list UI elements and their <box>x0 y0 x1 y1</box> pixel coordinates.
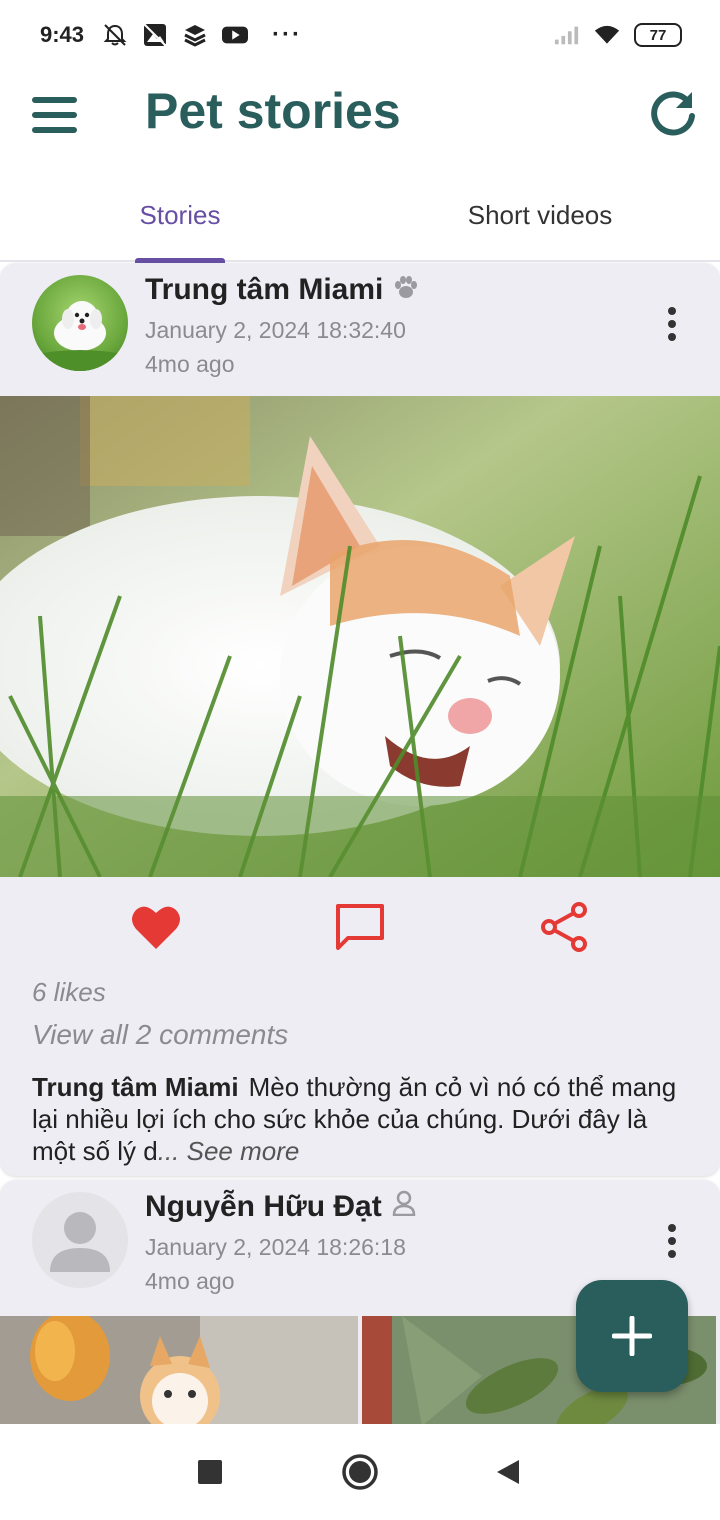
battery-level: 77 <box>649 26 667 44</box>
back-icon[interactable] <box>484 1448 532 1496</box>
post-header: Trung tâm Miami January 2, 2024 18:32:40… <box>0 263 720 396</box>
avatar[interactable] <box>32 1192 128 1288</box>
like-button[interactable] <box>128 899 184 955</box>
signal-icon <box>554 22 580 48</box>
status-overflow: ··· <box>272 21 303 48</box>
post-author-name: Nguyễn Hữu Đạt <box>145 1190 382 1223</box>
person-icon <box>392 1190 416 1224</box>
tab-short-videos-label: Short videos <box>467 199 613 230</box>
menu-icon[interactable] <box>32 90 82 140</box>
stack-icon <box>182 22 208 48</box>
see-more-link[interactable]: ... See more <box>158 1136 300 1166</box>
post-caption: Trung tâm Miami Mèo thường ăn cỏ vì nó có… <box>32 1071 692 1167</box>
plus-icon <box>612 1316 652 1356</box>
photo-icon <box>142 22 168 48</box>
alarm-off-icon <box>102 22 128 48</box>
post-author-name: Trung tâm Miami <box>145 273 384 306</box>
post-date: January 2, 2024 18:26:18 <box>145 1234 406 1260</box>
app-bar: Pet stories <box>0 70 720 160</box>
more-options-icon[interactable] <box>660 1224 684 1258</box>
heart-icon <box>132 906 180 949</box>
avatar[interactable] <box>32 275 128 371</box>
post-author[interactable]: Nguyễn Hữu Đạt <box>145 1190 416 1224</box>
post-card: Trung tâm Miami January 2, 2024 18:32:40… <box>0 263 720 1176</box>
share-icon <box>541 902 587 952</box>
page-title: Pet stories <box>145 83 401 139</box>
system-nav-bar <box>0 1424 720 1520</box>
status-bar: 9:43 ··· 77 <box>0 0 720 70</box>
post-relative-time: 4mo ago <box>145 351 235 377</box>
tab-stories-label: Stories <box>139 199 221 230</box>
comment-button[interactable] <box>332 899 388 955</box>
post-relative-time: 4mo ago <box>145 1268 235 1294</box>
tab-stories[interactable]: Stories <box>0 170 360 263</box>
tab-short-videos[interactable]: Short videos <box>360 170 720 260</box>
caption-author[interactable]: Trung tâm Miami <box>32 1072 239 1102</box>
wifi-icon <box>594 22 620 48</box>
likes-count[interactable]: 6 likes <box>32 977 106 1008</box>
view-comments-link[interactable]: View all 2 comments <box>32 1019 288 1051</box>
person-avatar-icon <box>50 1212 110 1272</box>
comment-icon <box>336 904 384 950</box>
status-time: 9:43 <box>40 22 85 47</box>
more-options-icon[interactable] <box>660 307 684 341</box>
add-post-button[interactable] <box>576 1280 688 1392</box>
paw-icon <box>393 273 419 307</box>
refresh-icon[interactable] <box>646 86 700 140</box>
recents-icon[interactable] <box>186 1448 234 1496</box>
post-date: January 2, 2024 18:32:40 <box>145 317 406 343</box>
post-image[interactable] <box>0 1316 358 1440</box>
post-actions <box>0 877 720 977</box>
tab-bar: Stories Short videos <box>0 170 720 263</box>
youtube-icon <box>222 22 249 48</box>
post-author[interactable]: Trung tâm Miami <box>145 273 419 307</box>
battery-icon: 77 <box>634 23 682 47</box>
home-icon[interactable] <box>336 1448 384 1496</box>
post-image[interactable] <box>0 396 720 877</box>
share-button[interactable] <box>536 899 592 955</box>
